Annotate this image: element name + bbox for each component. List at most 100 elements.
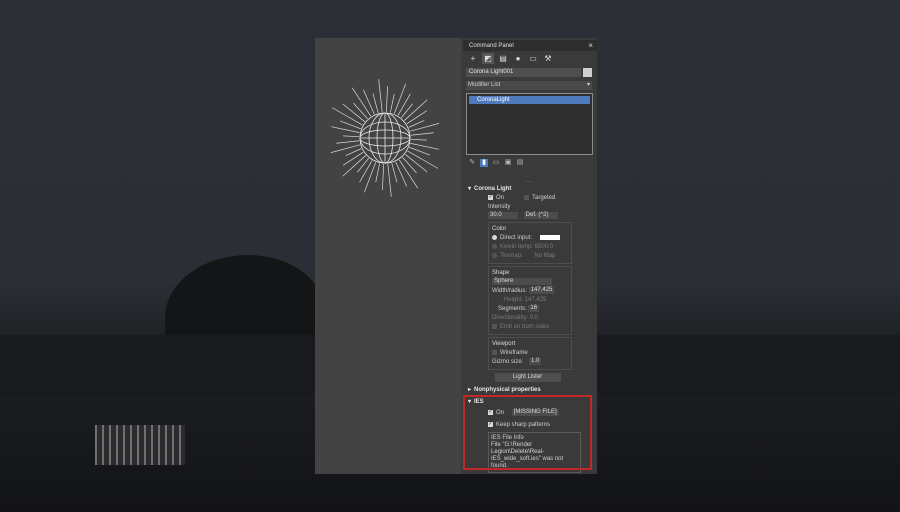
- light-lister-button[interactable]: Light Lister: [494, 373, 561, 382]
- on-checkbox[interactable]: ✓: [488, 194, 493, 200]
- modifier-list-label: Modifier List: [468, 82, 501, 88]
- light-ray: [357, 158, 369, 173]
- segments-spinner[interactable]: 16: [528, 305, 540, 312]
- close-icon[interactable]: ×: [588, 41, 593, 50]
- rollout-title: Nonphysical properties: [474, 387, 541, 393]
- remove-modifier-icon[interactable]: ▣: [504, 159, 512, 167]
- light-ray: [391, 163, 398, 183]
- targeted-label: Targeted: [532, 195, 556, 201]
- modifier-stack[interactable]: CoronaLight: [466, 93, 593, 155]
- direct-input-label: Direct input:: [500, 235, 533, 241]
- targeted-checkbox[interactable]: [524, 194, 529, 200]
- panel-title: Command Panel: [469, 43, 514, 49]
- light-ray: [342, 151, 364, 166]
- utilities-icon[interactable]: ⚒: [542, 53, 554, 64]
- light-ray: [395, 161, 407, 187]
- light-ray: [401, 103, 413, 118]
- directionality-spinner[interactable]: 0.0: [530, 315, 538, 321]
- viewport[interactable]: [315, 38, 461, 474]
- shape-label: Shape: [492, 270, 510, 276]
- light-ray: [343, 135, 360, 138]
- height-label: Height:: [504, 297, 524, 303]
- kelvin-label: Kelvin temp:: [500, 244, 534, 250]
- rollout-nonphysical[interactable]: ▸ Nonphysical properties: [466, 385, 589, 395]
- color-group: Color Direct input: Kelvin temp: 6500.0 …: [488, 222, 572, 264]
- light-ray: [378, 79, 383, 113]
- create-icon[interactable]: +: [467, 53, 479, 64]
- light-ray: [363, 89, 375, 115]
- light-ray: [359, 160, 373, 183]
- intensity-label: Intensity: [488, 204, 511, 210]
- light-ray: [390, 93, 395, 113]
- light-ray: [345, 148, 362, 156]
- light-ray: [382, 163, 385, 190]
- viewport-group: Viewport Wireframe Gizmo size: 1.0: [488, 337, 572, 370]
- kelvin-value[interactable]: 6500.0: [535, 244, 553, 250]
- viewport-label: Viewport: [492, 341, 516, 347]
- expand-icon: ▸: [468, 387, 472, 393]
- light-ray: [408, 120, 425, 128]
- command-panel-titlebar: Command Panel ×: [463, 40, 597, 51]
- gizmo-spinner[interactable]: 1.0: [529, 358, 542, 365]
- light-ray: [364, 162, 377, 193]
- object-name-field[interactable]: Corona Light001: [466, 68, 581, 77]
- panel-tabs: + ◩ ▤ ● ▭ ⚒: [467, 53, 554, 65]
- color-label: Color: [492, 226, 507, 232]
- segments-label: Segments:: [498, 306, 527, 313]
- directionality-label: Directionality:: [492, 315, 529, 321]
- intensity-unit-dropdown[interactable]: Def. (^2): [523, 212, 558, 219]
- rollout-corona-light[interactable]: ▾ Corona Light: [466, 184, 589, 194]
- intensity-spinner[interactable]: 30.0: [488, 212, 518, 219]
- pin-stack-icon[interactable]: ✎: [468, 159, 476, 167]
- configure-sets-icon[interactable]: ▤: [516, 159, 524, 167]
- kelvin-radio[interactable]: [492, 243, 497, 249]
- light-ray: [397, 93, 411, 116]
- emit-both-checkbox[interactable]: [492, 323, 497, 329]
- light-ray: [387, 163, 392, 197]
- corona-light-body: ✓ On Targeted Intensity 30.0 Def. (^2): [488, 194, 589, 221]
- stack-toolbar: ✎ ▮ ▭ ▣ ▤: [468, 159, 524, 167]
- light-ray: [406, 110, 428, 125]
- light-ray: [342, 103, 365, 122]
- shape-group: Shape Sphere Width/radius: 147,425 Heigh…: [488, 266, 572, 335]
- light-ray: [331, 126, 360, 133]
- display-icon[interactable]: ▭: [527, 53, 539, 64]
- on-label: On: [496, 195, 505, 201]
- object-color-swatch[interactable]: [583, 68, 592, 77]
- emit-both-label: Emit on both sides: [500, 324, 550, 330]
- make-unique-icon[interactable]: ▭: [492, 159, 500, 167]
- light-ray: [372, 93, 379, 113]
- rollout-title: Corona Light: [474, 186, 512, 192]
- direct-input-radio[interactable]: [492, 234, 497, 240]
- collapse-icon: ▾: [468, 186, 472, 192]
- texmap-button[interactable]: No Map: [534, 253, 555, 259]
- light-ray: [353, 102, 368, 119]
- light-ray: [375, 163, 380, 183]
- wireframe-label: Wireframe: [500, 350, 528, 356]
- chevron-down-icon: ▾: [586, 82, 590, 88]
- height-spinner[interactable]: 147,425: [525, 297, 547, 303]
- texmap-radio[interactable]: [492, 252, 497, 258]
- texmap-label: Texmap:: [500, 253, 523, 259]
- width-spinner[interactable]: 147,425: [528, 287, 555, 294]
- stack-item-coronalight[interactable]: CoronaLight: [469, 96, 590, 104]
- light-ray: [402, 157, 417, 174]
- light-ray: [385, 86, 388, 113]
- light-ray: [336, 140, 360, 144]
- wireframe-checkbox[interactable]: [492, 349, 497, 355]
- color-swatch[interactable]: [540, 234, 561, 240]
- gizmo-label: Gizmo size:: [492, 359, 524, 366]
- show-end-result-icon[interactable]: ▮: [480, 159, 488, 167]
- motion-icon[interactable]: ●: [512, 53, 524, 64]
- shape-dropdown[interactable]: Sphere: [492, 278, 552, 285]
- light-ray: [410, 143, 439, 150]
- sphere-light-gizmo: [330, 79, 440, 197]
- light-ray: [410, 138, 427, 141]
- background-fence: [95, 425, 185, 465]
- hierarchy-icon[interactable]: ▤: [497, 53, 509, 64]
- ies-highlight-box: [463, 395, 592, 470]
- modifier-list-dropdown[interactable]: Modifier List ▾: [466, 81, 592, 90]
- light-ray: [393, 83, 406, 114]
- width-label: Width/radius:: [492, 288, 528, 295]
- modify-icon[interactable]: ◩: [482, 53, 494, 64]
